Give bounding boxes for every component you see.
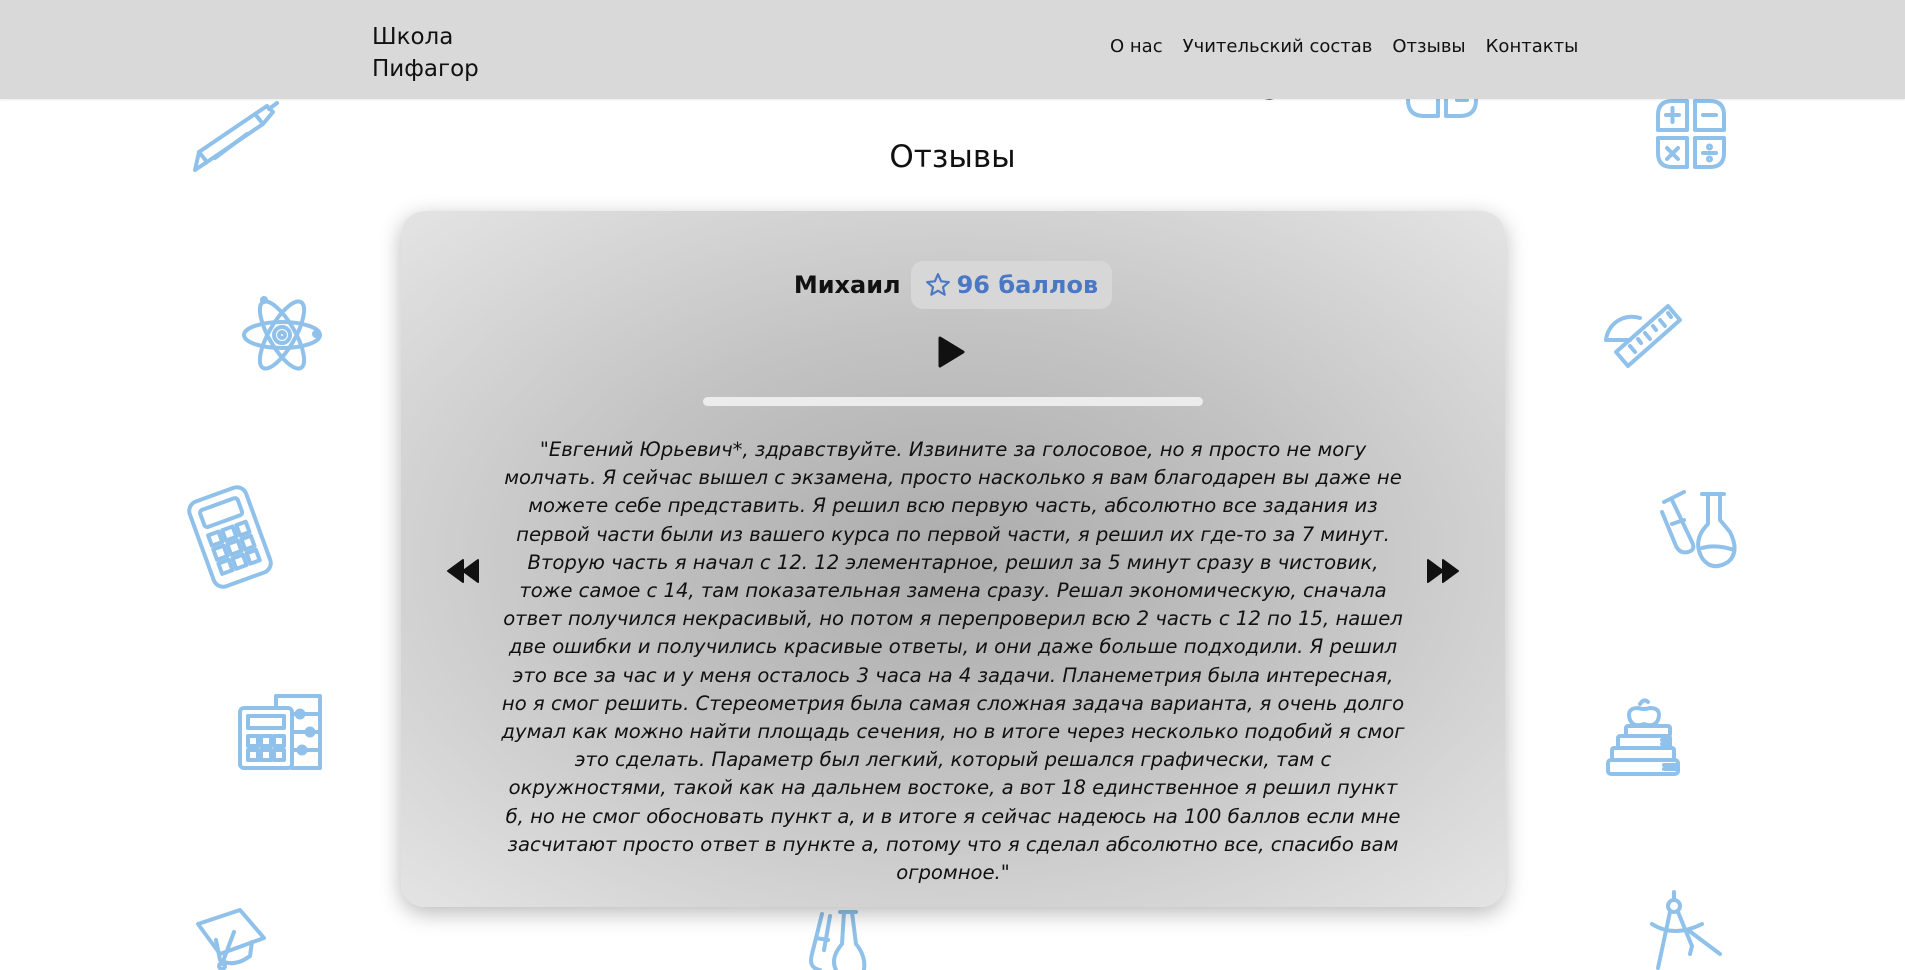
nav-link-teachers[interactable]: Учительский состав [1183,36,1373,57]
logo-line-2: Пифагор [372,56,479,82]
nav-link-contacts[interactable]: Контакты [1486,36,1579,57]
fast-forward-icon [1427,559,1459,583]
reviews-section-title: Отзывы [889,139,1016,175]
nav-link-about[interactable]: О нас [1110,36,1163,57]
score-badge: 96 баллов [910,261,1113,309]
play-icon [938,336,965,368]
rewind-icon [447,559,479,583]
star-icon [925,273,950,296]
site-header: Школа Пифагор О нас Учительский состав О… [0,0,1905,99]
review-text: "Евгений Юрьевич*, здравствуйте. Извинит… [501,438,1405,885]
score-value: 96 баллов [956,271,1099,299]
reviewer-header: Михаил 96 баллов [401,261,1505,309]
graduation-cap-icon [194,904,274,970]
nav-link-reviews[interactable]: Отзывы [1392,36,1465,57]
books-apple-icon [1604,696,1684,780]
previous-review-button[interactable] [445,556,481,586]
next-review-button[interactable] [1425,556,1461,586]
flasks-icon [1658,488,1738,576]
logo-line-1: Школа [372,24,454,50]
main-nav: О нас Учительский состав Отзывы Контакты [1110,36,1598,57]
compass-icon [1648,890,1724,970]
play-button[interactable] [936,335,966,369]
ruler-protractor-icon [1600,296,1684,372]
calculator-icon [182,484,278,590]
audio-progress-bar[interactable] [703,397,1203,406]
atom-icon [240,294,324,376]
reviewer-name: Михаил [793,271,901,299]
logo[interactable]: Школа Пифагор [372,21,532,85]
abacus-calculator-icon [236,692,328,770]
review-card: Михаил 96 баллов "Евгений Юрьевич*, здра… [401,211,1505,907]
test-tubes-icon [800,910,872,970]
